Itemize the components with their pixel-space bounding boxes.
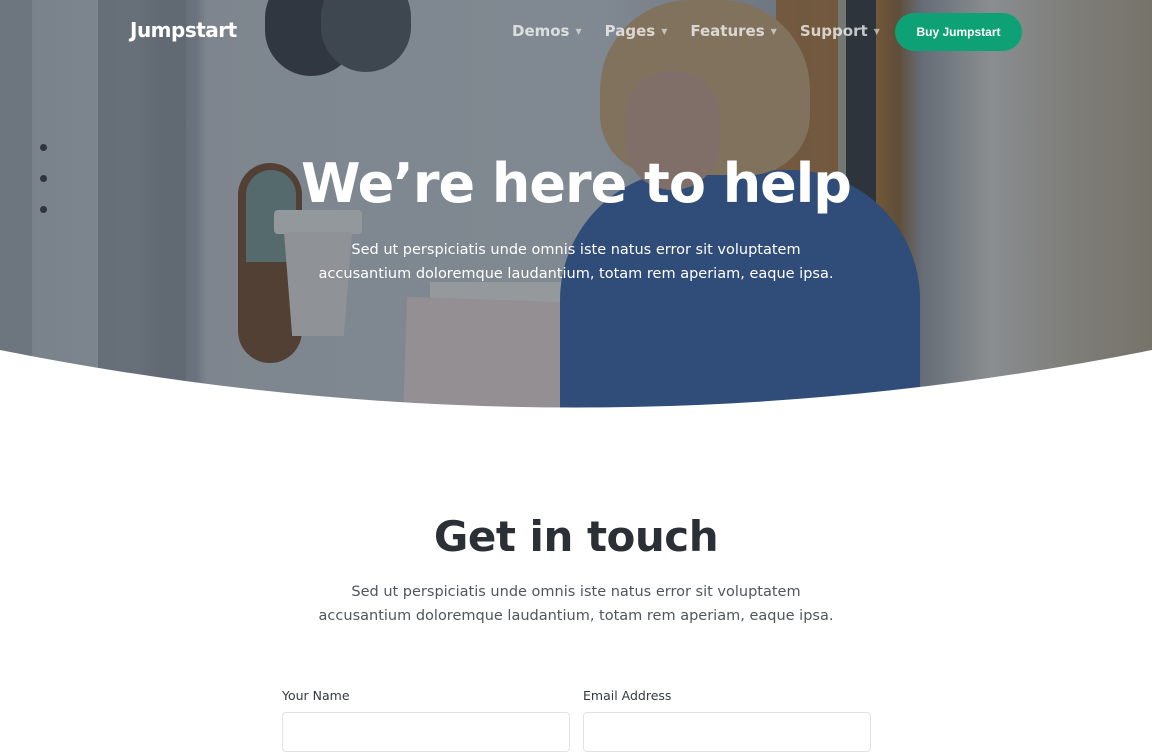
contact-description-line: Sed ut perspiciatis unde omnis iste natu…	[351, 584, 801, 600]
caret-down-icon: ▼	[873, 26, 880, 36]
nav-item-label: Pages	[604, 22, 656, 40]
hero-title: We’re here to help	[301, 152, 852, 215]
caret-down-icon: ▼	[770, 26, 777, 36]
nav-item-support[interactable]: Support ▼	[800, 22, 880, 40]
email-field-label: Email Address	[583, 688, 672, 703]
nav-item-pages[interactable]: Pages ▼	[605, 22, 668, 40]
brand-logo[interactable]: Jumpstart	[130, 18, 237, 42]
nav-item-label: Support	[799, 22, 868, 40]
contact-description-line: accusantium doloremque laudantium, totam…	[318, 608, 834, 624]
hero-subtitle-line: Sed ut perspiciatis unde omnis iste natu…	[351, 242, 801, 258]
top-navbar: Jumpstart Demos ▼ Pages ▼ Features ▼ Sup…	[0, 0, 1152, 64]
hero-subtitle: Sed ut perspiciatis unde omnis iste natu…	[316, 238, 836, 286]
name-field-label: Your Name	[282, 688, 350, 703]
nav-item-features[interactable]: Features ▼	[690, 22, 776, 40]
nav-item-label: Demos	[512, 22, 570, 40]
contact-description: Sed ut perspiciatis unde omnis iste natu…	[316, 580, 836, 628]
contact-section: Get in touch Sed ut perspiciatis unde om…	[0, 420, 1152, 752]
hero-section: Jumpstart Demos ▼ Pages ▼ Features ▼ Sup…	[0, 0, 1152, 420]
caret-down-icon: ▼	[575, 26, 582, 36]
hero-subtitle-line: accusantium doloremque laudantium, totam…	[318, 266, 834, 282]
nav-links: Demos ▼ Pages ▼ Features ▼ Support ▼	[512, 22, 903, 40]
hero-curve-divider	[0, 350, 1152, 420]
contact-title: Get in touch	[433, 512, 719, 561]
name-field[interactable]	[282, 712, 570, 752]
buy-jumpstart-button[interactable]: Buy Jumpstart	[895, 13, 1022, 51]
caret-down-icon: ▼	[661, 26, 668, 36]
nav-item-demos[interactable]: Demos ▼	[512, 22, 582, 40]
nav-item-label: Features	[690, 22, 765, 40]
email-field[interactable]	[583, 712, 871, 752]
